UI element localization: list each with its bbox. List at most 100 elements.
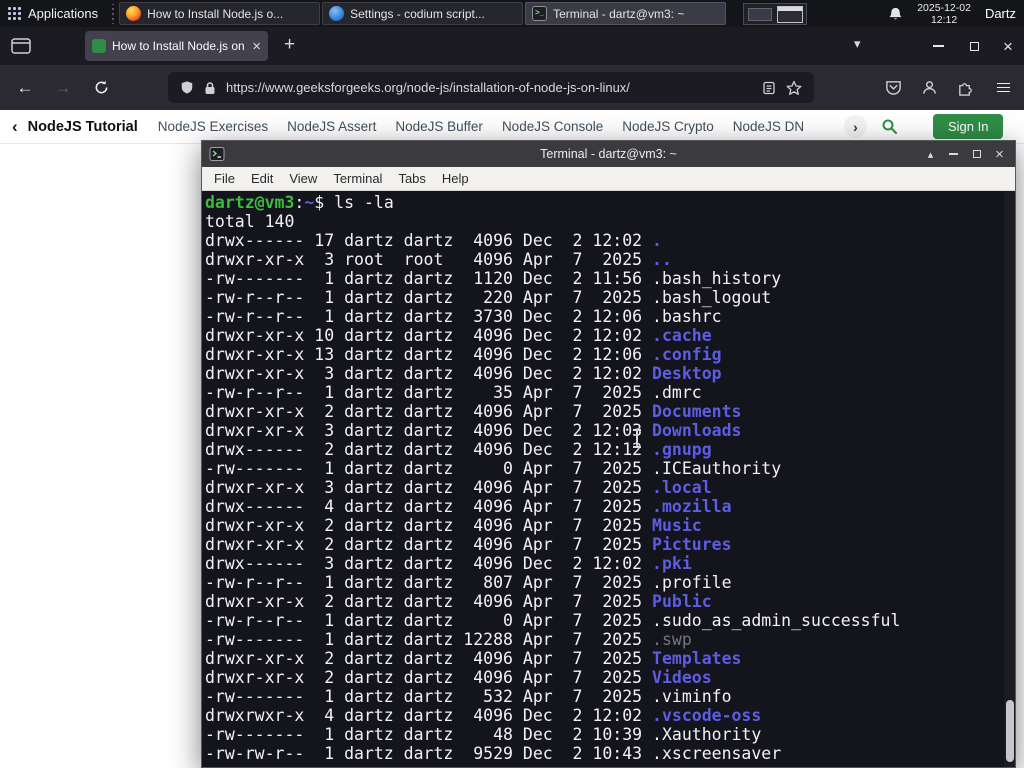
clock-time: 12:12 bbox=[930, 13, 958, 26]
firefox-view-button[interactable] bbox=[11, 38, 31, 59]
ls-entry-name: Public bbox=[652, 592, 712, 611]
site-nav-link[interactable]: NodeJS Exercises bbox=[158, 119, 268, 134]
user-menu[interactable]: Dartz bbox=[985, 6, 1016, 21]
reader-view-icon[interactable] bbox=[762, 81, 776, 95]
bell-icon bbox=[889, 7, 902, 19]
minimize-icon bbox=[932, 45, 944, 47]
ls-entry-line: -rw-r--r-- 1 dartz dartz 807 Apr 7 2025 … bbox=[205, 573, 1015, 592]
clock[interactable]: 2025-12-02 12:12 bbox=[917, 2, 971, 26]
prompt-separator: : bbox=[294, 193, 305, 212]
sign-in-button[interactable]: Sign In bbox=[933, 114, 1004, 139]
taskbar-button[interactable]: Terminal - dartz@vm3: ~ bbox=[525, 2, 727, 25]
terminal-menu-file[interactable]: File bbox=[206, 169, 243, 188]
site-nav-link[interactable]: NodeJS DNS bbox=[733, 119, 803, 134]
url-text[interactable]: https://www.geeksforgeeks.org/node-js/in… bbox=[226, 80, 752, 95]
notifications-button[interactable] bbox=[888, 6, 903, 22]
reload-icon bbox=[95, 80, 107, 94]
site-search-button[interactable] bbox=[881, 118, 898, 140]
ls-entry-name: Videos bbox=[652, 668, 712, 687]
terminal-body[interactable]: dartz@vm3:~$ ls -la total 140 drwx------ 1… bbox=[202, 191, 1015, 767]
ls-entry-line: drwxr-xr-x 13 dartz dartz 4096 Dec 2 12:… bbox=[205, 345, 1015, 364]
terminal-shade-button[interactable]: ▴ bbox=[919, 141, 942, 167]
terminal-window-title: Terminal - dartz@vm3: ~ bbox=[540, 147, 677, 161]
terminal-close-button[interactable]: × bbox=[988, 141, 1011, 167]
workspace-pager[interactable] bbox=[743, 2, 808, 25]
ls-entry-meta: -rw------- 1 dartz dartz 48 Dec 2 10:39 bbox=[205, 725, 653, 744]
terminal-menu-tabs[interactable]: Tabs bbox=[390, 169, 433, 188]
window-minimize-button[interactable] bbox=[922, 27, 954, 65]
extensions-button[interactable] bbox=[950, 65, 980, 110]
tab-close-icon[interactable]: × bbox=[252, 39, 261, 54]
puzzle-icon bbox=[959, 82, 972, 96]
new-tab-button[interactable]: + bbox=[284, 34, 295, 56]
ls-entry-line: drwxr-xr-x 2 dartz dartz 4096 Apr 7 2025… bbox=[205, 668, 1015, 687]
minimize-icon bbox=[949, 153, 958, 155]
window-maximize-button[interactable] bbox=[958, 27, 990, 65]
terminal-scrollbar[interactable] bbox=[1004, 191, 1015, 767]
ls-entry-meta: drwxr-xr-x 2 dartz dartz 4096 Apr 7 2025 bbox=[205, 592, 653, 611]
nav-scroll-right-icon: › bbox=[853, 118, 858, 135]
terminal-minimize-button[interactable] bbox=[942, 141, 965, 167]
taskbar: How to Install Node.js o... Settings - co… bbox=[118, 2, 727, 25]
ls-entry-meta: drwxr-xr-x 3 root root 4096 Apr 7 2025 bbox=[205, 250, 653, 269]
nav-scroll-right-button[interactable]: › bbox=[844, 115, 867, 138]
prompt-symbol: $ bbox=[314, 193, 335, 212]
ls-entry-meta: drwxr-xr-x 2 dartz dartz 4096 Apr 7 2025 bbox=[205, 402, 653, 421]
ls-entry-name: Templates bbox=[652, 649, 742, 668]
reload-button[interactable] bbox=[86, 65, 116, 110]
ls-entry-meta: -rw-r--r-- 1 dartz dartz 0 Apr 7 2025 bbox=[205, 611, 653, 630]
ls-entry-meta: drwxr-xr-x 2 dartz dartz 4096 Apr 7 2025 bbox=[205, 649, 653, 668]
terminal-menu-help[interactable]: Help bbox=[434, 169, 477, 188]
terminal-menu-terminal[interactable]: Terminal bbox=[325, 169, 390, 188]
site-nav-link[interactable]: NodeJS Assert bbox=[287, 119, 376, 134]
ls-entry-meta: -rw------- 1 dartz dartz 0 Apr 7 2025 bbox=[205, 459, 653, 478]
url-bar[interactable]: https://www.geeksforgeeks.org/node-js/in… bbox=[168, 72, 814, 103]
window-close-button[interactable]: × bbox=[992, 27, 1024, 65]
tracking-protection-shield-icon bbox=[181, 81, 193, 94]
ls-entry-meta: -rw-r--r-- 1 dartz dartz 3730 Dec 2 12:0… bbox=[205, 307, 653, 326]
ls-entry-name: .Xauthority bbox=[652, 725, 762, 744]
terminal-menu-view[interactable]: View bbox=[281, 169, 325, 188]
ls-entry-meta: drwx------ 17 dartz dartz 4096 Dec 2 12:… bbox=[205, 231, 653, 250]
clock-date: 2025-12-02 bbox=[917, 1, 971, 14]
terminal-window: Terminal - dartz@vm3: ~ ▴ × File Edit View… bbox=[201, 140, 1016, 768]
ls-entry-name: .pki bbox=[652, 554, 692, 573]
menu-button[interactable] bbox=[988, 65, 1018, 110]
site-nav-link[interactable]: NodeJS Crypto bbox=[622, 119, 714, 134]
pocket-button[interactable] bbox=[878, 65, 908, 110]
list-all-tabs-icon[interactable]: ▾ bbox=[854, 36, 861, 52]
prompt-userhost: dartz@vm3 bbox=[205, 193, 295, 212]
forward-button[interactable]: → bbox=[48, 65, 78, 110]
taskbar-button[interactable]: How to Install Node.js o... bbox=[119, 2, 321, 25]
bookmark-star-icon[interactable] bbox=[786, 80, 802, 96]
back-button[interactable]: ← bbox=[10, 65, 40, 110]
ls-entry-meta: drwxr-xr-x 3 dartz dartz 4096 Dec 2 12:0… bbox=[205, 364, 653, 383]
ls-entry-line: -rw-r--r-- 1 dartz dartz 0 Apr 7 2025 .s… bbox=[205, 611, 1015, 630]
ls-entry-line: -rw------- 1 dartz dartz 1120 Dec 2 11:5… bbox=[205, 269, 1015, 288]
terminal-maximize-button[interactable] bbox=[965, 141, 988, 167]
workspace-active-window-mini bbox=[777, 5, 804, 23]
panel-tray: 2025-12-02 12:12 Dartz bbox=[888, 2, 1024, 26]
scrollbar-thumb[interactable] bbox=[1005, 700, 1014, 762]
terminal-title-bar[interactable]: Terminal - dartz@vm3: ~ ▴ × bbox=[202, 141, 1015, 167]
site-nav-link[interactable]: NodeJS Console bbox=[502, 119, 603, 134]
site-nav-active-link[interactable]: NodeJS Tutorial bbox=[28, 119, 138, 135]
ls-entry-meta: -rw------- 1 dartz dartz 12288 Apr 7 202… bbox=[205, 630, 653, 649]
site-nav-link[interactable]: NodeJS Buffer bbox=[395, 119, 483, 134]
account-button[interactable] bbox=[914, 65, 944, 110]
ls-entry-line: drwx------ 17 dartz dartz 4096 Dec 2 12:… bbox=[205, 231, 1015, 250]
maximize-icon bbox=[972, 150, 981, 158]
browser-tab[interactable]: How to Install Node.js on × bbox=[85, 31, 268, 61]
applications-menu-button[interactable]: Applications bbox=[0, 0, 108, 27]
browser-tab-bar: How to Install Node.js on × + ▾ × bbox=[0, 27, 1024, 65]
close-icon: × bbox=[995, 145, 1004, 163]
ls-entry-name: .xscreensaver bbox=[652, 744, 782, 763]
lock-icon bbox=[205, 81, 215, 94]
desktop-panel: Applications How to Install Node.js o...… bbox=[0, 0, 1024, 27]
nav-scroll-left-icon[interactable]: ‹ bbox=[12, 118, 18, 135]
taskbar-button[interactable]: Settings - codium script... bbox=[322, 2, 524, 25]
terminal-menu-edit[interactable]: Edit bbox=[243, 169, 281, 188]
ls-entry-name: .profile bbox=[652, 573, 732, 592]
terminal-output[interactable]: dartz@vm3:~$ ls -la total 140 drwx------ 1… bbox=[202, 191, 1015, 763]
ls-entry-meta: -rw-r--r-- 1 dartz dartz 220 Apr 7 2025 bbox=[205, 288, 653, 307]
